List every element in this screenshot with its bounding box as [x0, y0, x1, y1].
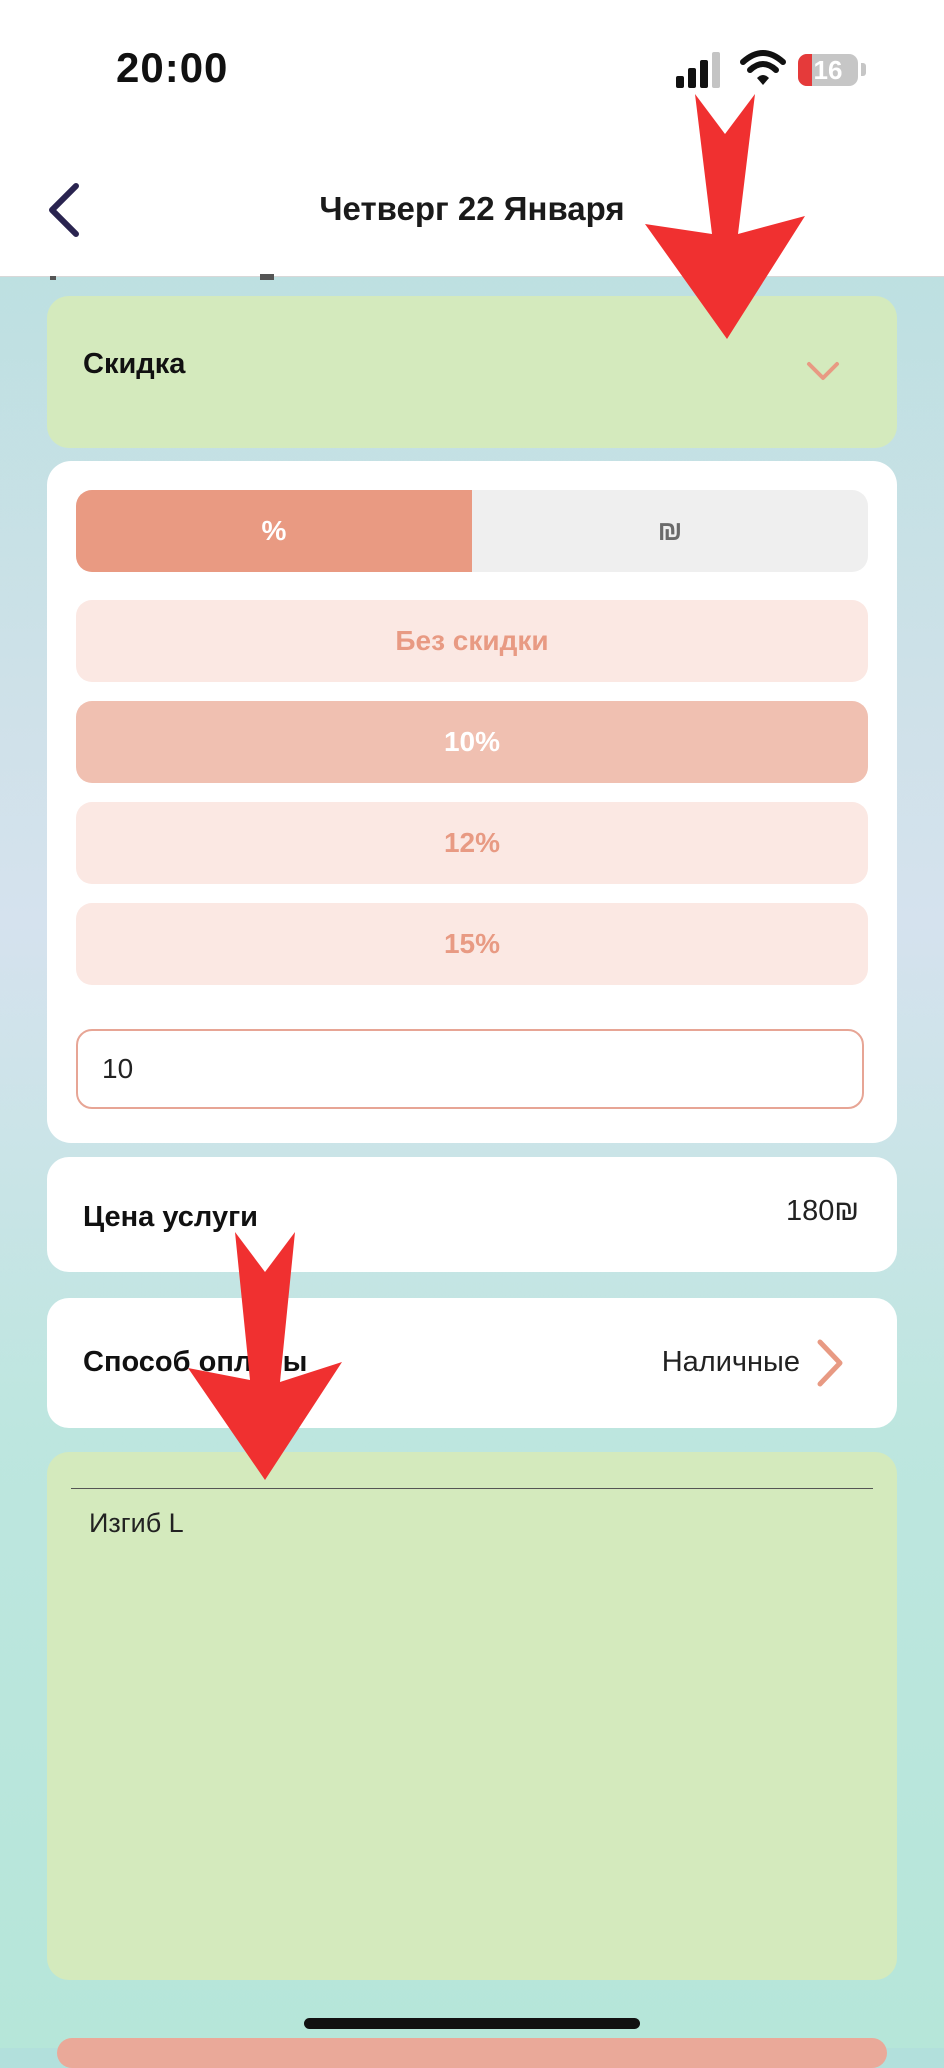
chevron-down-icon[interactable] — [804, 358, 842, 384]
price-row: Цена услуги 180₪ — [47, 1157, 897, 1272]
scrolled-text-fragment — [50, 274, 274, 280]
signal-icon — [676, 52, 720, 88]
chevron-right-icon[interactable] — [813, 1338, 847, 1388]
battery-tip — [861, 63, 866, 76]
price-label: Цена услуги — [83, 1201, 258, 1233]
discount-mode-toggle: % ₪ — [76, 490, 868, 572]
price-value: 180₪ — [785, 1195, 859, 1227]
notes-text: Изгиб L — [89, 1508, 184, 1538]
discount-label: Скидка — [83, 348, 186, 380]
notes-area[interactable]: Изгиб L — [47, 1452, 897, 1980]
payment-value: Наличные — [661, 1346, 800, 1378]
status-time: 20:00 — [116, 44, 229, 91]
home-indicator — [304, 2018, 640, 2029]
payment-method-row[interactable]: Способ оплаты Наличные — [47, 1298, 897, 1428]
wifi-icon — [740, 50, 786, 85]
discount-option-15[interactable]: 15% — [76, 903, 868, 985]
battery-level: 16 — [813, 55, 843, 85]
discount-panel: % ₪ Без скидки 10% 12% 15% — [47, 461, 897, 1143]
discount-value-input[interactable] — [76, 1029, 864, 1109]
bottom-button-peek — [57, 2038, 887, 2068]
annotation-arrow-top — [645, 94, 805, 339]
discount-option-10[interactable]: 10% — [76, 701, 868, 783]
annotation-arrow-bottom — [188, 1232, 342, 1480]
notes-divider — [71, 1488, 873, 1489]
battery-icon: 16 — [798, 54, 858, 86]
percent-tab[interactable]: % — [76, 490, 472, 572]
shekel-tab[interactable]: ₪ — [472, 490, 868, 572]
discount-option-12[interactable]: 12% — [76, 802, 868, 884]
discount-option-none[interactable]: Без скидки — [76, 600, 868, 682]
